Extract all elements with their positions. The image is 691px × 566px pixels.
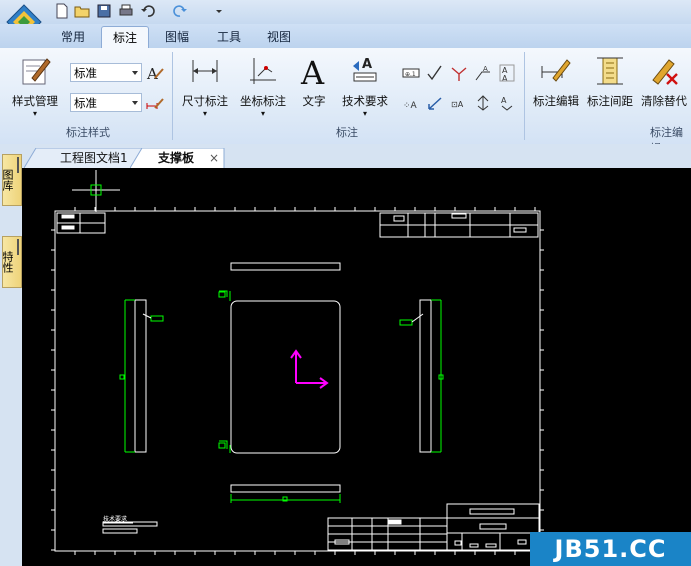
dimension-label: 尺寸标注: [182, 94, 228, 108]
coordinate-label: 坐标标注: [240, 94, 286, 108]
group-divider: [172, 52, 173, 140]
print-icon[interactable]: [118, 3, 134, 19]
symbol-icon[interactable]: A: [498, 94, 516, 112]
style-group-label: 标注样式: [66, 126, 110, 139]
coordinate-axis: [290, 349, 329, 389]
new-file-icon[interactable]: [54, 3, 70, 19]
redo-icon[interactable]: [172, 3, 188, 19]
right-side-view: [399, 299, 444, 453]
svg-text:⊕.1: ⊕.1: [405, 71, 416, 78]
tech-requirements-label: 技术要求: [342, 94, 388, 108]
code-block: [56, 212, 106, 234]
open-folder-icon[interactable]: [74, 3, 90, 19]
plate-markers: [218, 290, 231, 453]
watermark: JB51.CC: [530, 532, 691, 566]
left-side-view: [119, 299, 164, 453]
dim-style-value: 标准: [74, 96, 97, 110]
top-right-table: [379, 212, 539, 238]
annotation-spacing-icon: [597, 57, 623, 85]
annotation-spacing-label: 标注间距: [587, 94, 633, 108]
bottom-view-part: [230, 484, 341, 503]
datum-icon[interactable]: ⊕.1: [402, 64, 420, 82]
tolerance-icon[interactable]: ⊡A: [450, 94, 468, 112]
svg-text:A: A: [300, 54, 325, 88]
weld-symbol-icon[interactable]: [450, 64, 468, 82]
dim-style-combo[interactable]: 标准: [70, 93, 142, 112]
crosshair-cursor: [72, 170, 120, 212]
tab-view[interactable]: 视图: [258, 26, 300, 48]
group-divider: [524, 52, 525, 140]
svg-text:⁘A: ⁘A: [403, 101, 418, 111]
annotation-group-label: 标注: [336, 126, 358, 139]
stack-text-icon[interactable]: AA: [498, 64, 516, 82]
title-block: [327, 503, 540, 551]
clear-override-icon: [652, 59, 678, 85]
tech-requirements-icon: A: [353, 57, 377, 82]
svg-text:A: A: [362, 57, 372, 72]
style-manager-icon: [22, 58, 51, 85]
properties-icon: [17, 239, 19, 255]
left-dock: 图库 特性: [0, 152, 22, 566]
chamfer-icon[interactable]: [474, 94, 492, 112]
leader-icon[interactable]: A: [474, 64, 492, 82]
clear-override-label: 清除替代: [641, 94, 687, 108]
tech-note: 技术要求: [102, 515, 158, 534]
text-style-combo[interactable]: 标准: [70, 63, 142, 82]
clear-override-button[interactable]: 清除替代: [638, 54, 690, 109]
coordinate-button[interactable]: 坐标标注 ▾: [236, 54, 290, 118]
doc-tab-support-plate[interactable]: 支撑板: [158, 148, 194, 168]
text-style-value: 标准: [74, 66, 97, 80]
annotation-edit-button[interactable]: 标注编辑: [530, 54, 582, 109]
undo-icon[interactable]: [140, 3, 156, 19]
roughness-icon[interactable]: [426, 64, 444, 82]
drawing-canvas[interactable]: 技术要求: [22, 168, 691, 566]
dimension-icon: [192, 60, 218, 82]
document-tab-bar: 工程图文档1 支撑板 ×: [0, 144, 691, 168]
properties-panel-tab[interactable]: 特性: [1, 236, 22, 288]
tab-annotation[interactable]: 标注: [101, 26, 149, 49]
ribbon-panel: 样式管理 ▾ 标准 标准 A 标注样式 尺寸标注 ▾ 坐标标注 ▾ A 文字 A: [0, 48, 691, 155]
tab-common[interactable]: 常用: [52, 26, 94, 48]
annotation-edit-label: 标注编辑: [533, 94, 579, 108]
text-style-edit-icon[interactable]: A: [146, 64, 164, 82]
dimension-button[interactable]: 尺寸标注 ▾: [178, 54, 232, 118]
tech-requirements-button[interactable]: A 技术要求 ▾: [338, 54, 392, 118]
library-icon: [17, 157, 19, 173]
library-tab-label: 图库: [1, 169, 14, 191]
svg-text:A: A: [483, 65, 488, 73]
centerline-icon[interactable]: ⁘A: [402, 94, 420, 112]
annotation-edit-icon: [541, 59, 571, 82]
dim-style-edit-icon[interactable]: [146, 94, 164, 112]
coordinate-icon: [250, 58, 276, 84]
front-view-plate: [230, 300, 341, 454]
svg-text:A: A: [146, 65, 158, 82]
save-icon[interactable]: [96, 3, 112, 19]
top-view-part: [230, 262, 341, 271]
drawing-area: 技术要求: [51, 170, 544, 555]
style-manager-button[interactable]: 样式管理 ▾: [6, 54, 64, 118]
text-button[interactable]: A 文字: [296, 54, 332, 109]
library-panel-tab[interactable]: 图库: [1, 154, 22, 206]
svg-text:A: A: [501, 96, 507, 105]
annotation-spacing-button[interactable]: 标注间距: [584, 54, 636, 109]
ribbon-tab-bar: 常用 标注 图幅 工具 视图: [0, 24, 691, 49]
close-tab-icon[interactable]: ×: [209, 148, 219, 168]
properties-tab-label: 特性: [1, 251, 14, 273]
title-bar: [0, 0, 691, 40]
text-label: 文字: [302, 94, 326, 108]
text-icon: A: [300, 54, 325, 88]
style-manager-label: 样式管理: [12, 94, 58, 108]
svg-text:⊡A: ⊡A: [451, 100, 464, 109]
tab-sheet[interactable]: 图幅: [156, 26, 198, 48]
tab-tools[interactable]: 工具: [208, 26, 250, 48]
arrow-icon[interactable]: [426, 94, 444, 112]
quick-access-dropdown-icon[interactable]: [214, 3, 224, 19]
doc-tab-drawing1[interactable]: 工程图文档1: [60, 148, 128, 168]
